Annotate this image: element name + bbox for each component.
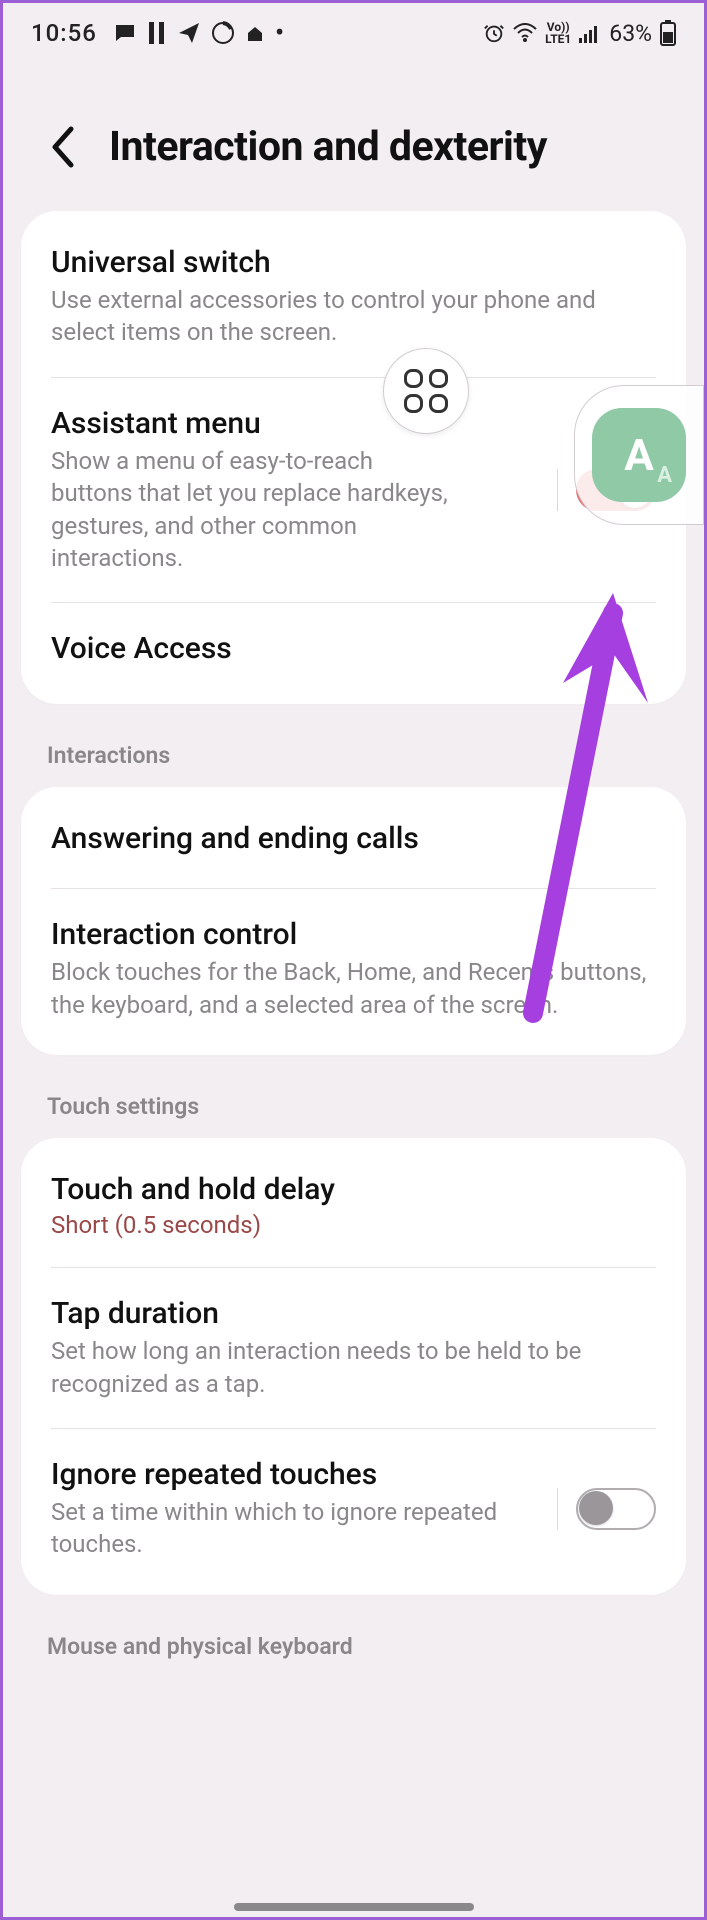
status-bar: 10:56 • Vo))LTE1 63%: [3, 3, 704, 63]
tap-duration-sub: Set how long an interaction needs to be …: [51, 1335, 656, 1400]
pause-icon: [147, 22, 167, 44]
back-button[interactable]: [43, 127, 83, 167]
row-voice-access[interactable]: Voice Access: [21, 603, 686, 698]
group-interactions: Answering and ending calls Interaction c…: [21, 787, 686, 1055]
ignore-repeated-toggle[interactable]: [576, 1488, 656, 1530]
row-tap-duration[interactable]: Tap duration Set how long an interaction…: [21, 1268, 686, 1428]
row-ignore-repeated[interactable]: Ignore repeated touches Set a time withi…: [21, 1429, 686, 1589]
signal-icon: [579, 23, 601, 43]
paper-plane-icon: [177, 21, 201, 45]
wifi-icon: [513, 23, 537, 43]
assistant-menu-title: Assistant menu: [51, 406, 543, 441]
battery-percent: 63%: [609, 20, 652, 47]
status-time: 10:56: [31, 19, 97, 47]
row-touch-hold-delay[interactable]: Touch and hold delay Short (0.5 seconds): [21, 1144, 686, 1267]
universal-switch-sub: Use external accessories to control your…: [51, 284, 656, 349]
row-answering-calls[interactable]: Answering and ending calls: [21, 793, 686, 888]
status-left: 10:56 •: [31, 19, 284, 47]
floating-assistant-button[interactable]: AA: [574, 385, 704, 525]
alarm-icon: [483, 22, 505, 44]
ignore-repeated-sub: Set a time within which to ignore repeat…: [51, 1496, 543, 1561]
section-touch-settings: Touch settings: [3, 1055, 704, 1138]
answering-calls-title: Answering and ending calls: [51, 821, 656, 856]
group-touch-settings: Touch and hold delay Short (0.5 seconds)…: [21, 1138, 686, 1595]
ignore-repeated-title: Ignore repeated touches: [51, 1457, 543, 1492]
volte-icon: Vo))LTE1: [545, 21, 571, 45]
assistant-a-icon: AA: [592, 408, 686, 502]
data-saver-icon: [211, 21, 235, 45]
gesture-nav-handle[interactable]: [234, 1903, 474, 1911]
mosque-icon: [245, 23, 265, 43]
floating-apps-icon[interactable]: [383, 348, 469, 434]
message-icon: [113, 21, 137, 45]
touch-hold-value: Short (0.5 seconds): [51, 1211, 656, 1239]
page-title: Interaction and dexterity: [109, 123, 547, 171]
row-universal-switch[interactable]: Universal switch Use external accessorie…: [21, 217, 686, 377]
tap-duration-title: Tap duration: [51, 1296, 656, 1331]
status-right: Vo))LTE1 63%: [483, 20, 676, 47]
battery-icon: [660, 20, 676, 46]
assistant-menu-sub: Show a menu of easy-to-reach buttons tha…: [51, 445, 451, 575]
interaction-control-title: Interaction control: [51, 917, 656, 952]
interaction-control-sub: Block touches for the Back, Home, and Re…: [51, 956, 656, 1021]
universal-switch-title: Universal switch: [51, 245, 656, 280]
page-header: Interaction and dexterity: [3, 63, 704, 211]
section-interactions: Interactions: [3, 704, 704, 787]
voice-access-title: Voice Access: [51, 631, 656, 666]
section-mouse-keyboard: Mouse and physical keyboard: [3, 1595, 704, 1660]
row-interaction-control[interactable]: Interaction control Block touches for th…: [21, 889, 686, 1049]
touch-hold-title: Touch and hold delay: [51, 1172, 656, 1207]
